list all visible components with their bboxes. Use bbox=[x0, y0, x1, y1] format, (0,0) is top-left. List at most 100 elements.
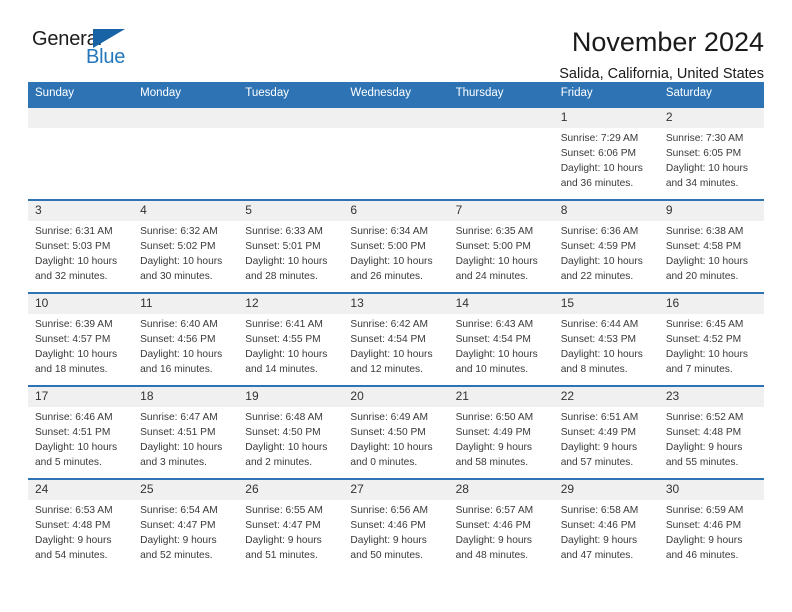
day-sun-info: Sunrise: 7:30 AM Sunset: 6:05 PM Daylight:… bbox=[659, 128, 764, 191]
sunrise-text: Sunrise: 6:59 AM bbox=[665, 505, 744, 517]
sunset-text: Sunset: 4:48 PM bbox=[665, 427, 742, 439]
calendar-day-cell[interactable]: 14 Sunrise: 6:43 AM Sunset: 4:54 PM Dayligh… bbox=[448, 291, 554, 386]
calendar-day-cell[interactable]: 24 Sunrise: 6:53 AM Sunset: 4:48 PM Dayligh… bbox=[28, 477, 134, 571]
calendar-day-cell[interactable]: 4 Sunrise: 6:32 AM Sunset: 5:02 PM Daylight… bbox=[133, 198, 239, 293]
sunset-text: Sunset: 4:52 PM bbox=[665, 334, 742, 346]
calendar-day-cell[interactable]: 8 Sunrise: 6:36 AM Sunset: 4:59 PM Daylight… bbox=[553, 198, 659, 293]
calendar-day-cell[interactable]: 25 Sunrise: 6:54 AM Sunset: 4:47 PM Dayligh… bbox=[133, 477, 239, 571]
daylight-text-line1: Daylight: 10 hours bbox=[350, 348, 433, 360]
day-sun-info: Sunrise: 6:41 AM Sunset: 4:55 PM Daylight:… bbox=[238, 314, 343, 377]
day-sun-info: Sunrise: 6:42 AM Sunset: 4:54 PM Daylight:… bbox=[343, 314, 448, 377]
calendar-day-cell-empty bbox=[448, 105, 554, 200]
calendar-day-cell[interactable]: 17 Sunrise: 6:46 AM Sunset: 4:51 PM Dayligh… bbox=[28, 384, 134, 479]
day-number: 5 bbox=[238, 200, 344, 222]
logo-word-blue: Blue bbox=[86, 46, 126, 68]
day-number: 15 bbox=[553, 293, 659, 315]
day-number: 18 bbox=[133, 386, 239, 408]
calendar-day-cell[interactable]: 7 Sunrise: 6:35 AM Sunset: 5:00 PM Daylight… bbox=[448, 198, 554, 293]
calendar-day-cell[interactable]: 5 Sunrise: 6:33 AM Sunset: 5:01 PM Daylight… bbox=[238, 198, 344, 293]
day-cell-content: 17 Sunrise: 6:46 AM Sunset: 4:51 PM Dayligh… bbox=[28, 386, 134, 476]
calendar-day-cell[interactable]: 19 Sunrise: 6:48 AM Sunset: 4:50 PM Dayligh… bbox=[238, 384, 344, 479]
sunrise-text: Sunrise: 6:32 AM bbox=[140, 226, 218, 238]
daylight-text-line1: Daylight: 9 hours bbox=[350, 534, 427, 546]
weekday-header-monday: Monday bbox=[133, 82, 239, 107]
calendar-day-cell[interactable]: 28 Sunrise: 6:57 AM Sunset: 4:46 PM Dayligh… bbox=[448, 477, 554, 571]
daylight-text-line2: and 52 minutes. bbox=[140, 549, 213, 561]
calendar-day-cell[interactable]: 2 Sunrise: 7:30 AM Sunset: 6:05 PM Daylight… bbox=[658, 105, 764, 200]
calendar-day-cell[interactable]: 9 Sunrise: 6:38 AM Sunset: 4:58 PM Daylight… bbox=[658, 198, 764, 293]
day-cell-content: 9 Sunrise: 6:38 AM Sunset: 4:58 PM Daylight… bbox=[658, 200, 764, 290]
calendar-day-cell[interactable]: 6 Sunrise: 6:34 AM Sunset: 5:00 PM Daylight… bbox=[343, 198, 449, 293]
day-number: 26 bbox=[238, 479, 344, 501]
calendar-day-cell[interactable]: 1 Sunrise: 7:29 AM Sunset: 6:06 PM Daylight… bbox=[553, 105, 659, 200]
day-cell-content: 28 Sunrise: 6:57 AM Sunset: 4:46 PM Dayligh… bbox=[448, 479, 554, 569]
weekday-header-thursday: Thursday bbox=[448, 82, 554, 107]
calendar-day-cell[interactable]: 23 Sunrise: 6:52 AM Sunset: 4:48 PM Dayligh… bbox=[658, 384, 764, 479]
calendar-day-cell[interactable]: 22 Sunrise: 6:51 AM Sunset: 4:49 PM Dayligh… bbox=[553, 384, 659, 479]
daylight-text-line1: Daylight: 9 hours bbox=[455, 441, 533, 453]
calendar-day-cell[interactable]: 29 Sunrise: 6:58 AM Sunset: 4:46 PM Dayligh… bbox=[553, 477, 659, 571]
sunrise-text: Sunrise: 6:41 AM bbox=[245, 319, 323, 331]
day-sun-info: Sunrise: 6:54 AM Sunset: 4:47 PM Daylight:… bbox=[133, 500, 238, 563]
day-number: 1 bbox=[553, 107, 659, 129]
calendar-week-row: 1 Sunrise: 7:29 AM Sunset: 6:06 PM Daylight… bbox=[28, 105, 764, 200]
day-sun-info: Sunrise: 6:39 AM Sunset: 4:57 PM Daylight:… bbox=[28, 314, 133, 377]
sunset-text: Sunset: 4:53 PM bbox=[560, 334, 637, 346]
calendar-day-cell[interactable]: 26 Sunrise: 6:55 AM Sunset: 4:47 PM Dayligh… bbox=[238, 477, 344, 571]
daylight-text-line1: Daylight: 10 hours bbox=[140, 348, 223, 360]
calendar-day-cell[interactable]: 10 Sunrise: 6:39 AM Sunset: 4:57 PM Dayligh… bbox=[28, 291, 134, 386]
weekday-header-saturday: Saturday bbox=[658, 82, 764, 107]
calendar-day-cell[interactable]: 3 Sunrise: 6:31 AM Sunset: 5:03 PM Daylight… bbox=[28, 198, 134, 293]
day-number bbox=[238, 107, 344, 128]
daylight-text-line1: Daylight: 10 hours bbox=[140, 441, 223, 453]
daylight-text-line2: and 12 minutes. bbox=[350, 363, 423, 375]
day-cell-content: 7 Sunrise: 6:35 AM Sunset: 5:00 PM Daylight… bbox=[448, 200, 554, 290]
sunset-text: Sunset: 5:00 PM bbox=[350, 241, 426, 253]
calendar-day-cell[interactable]: 30 Sunrise: 6:59 AM Sunset: 4:46 PM Dayligh… bbox=[658, 477, 764, 571]
weekday-header-sunday: Sunday bbox=[28, 82, 134, 107]
calendar-week-row: 10 Sunrise: 6:39 AM Sunset: 4:57 PM Dayligh… bbox=[28, 291, 764, 386]
sunset-text: Sunset: 4:49 PM bbox=[455, 427, 531, 439]
day-cell-content: 12 Sunrise: 6:41 AM Sunset: 4:55 PM Dayligh… bbox=[238, 293, 344, 383]
daylight-text-line2: and 8 minutes. bbox=[560, 363, 628, 375]
day-sun-info: Sunrise: 6:52 AM Sunset: 4:48 PM Daylight:… bbox=[659, 407, 764, 470]
calendar-week-row: 17 Sunrise: 6:46 AM Sunset: 4:51 PM Dayligh… bbox=[28, 384, 764, 479]
day-sun-info: Sunrise: 6:40 AM Sunset: 4:56 PM Daylight:… bbox=[133, 314, 238, 377]
sunrise-text: Sunrise: 6:34 AM bbox=[350, 226, 429, 238]
daylight-text-line2: and 14 minutes. bbox=[245, 363, 318, 375]
calendar-day-cell[interactable]: 18 Sunrise: 6:47 AM Sunset: 4:51 PM Dayligh… bbox=[133, 384, 239, 479]
daylight-text-line1: Daylight: 9 hours bbox=[455, 534, 533, 546]
calendar-week-row: 24 Sunrise: 6:53 AM Sunset: 4:48 PM Dayligh… bbox=[28, 477, 764, 571]
day-number: 7 bbox=[448, 200, 554, 222]
sunset-text: Sunset: 5:01 PM bbox=[245, 241, 321, 253]
day-number: 19 bbox=[238, 386, 344, 408]
calendar-day-cell[interactable]: 11 Sunrise: 6:40 AM Sunset: 4:56 PM Dayligh… bbox=[133, 291, 239, 386]
day-number bbox=[343, 107, 449, 128]
sunset-text: Sunset: 4:47 PM bbox=[140, 520, 216, 532]
weekday-header-row: Sunday Monday Tuesday Wednesday Thursday… bbox=[28, 82, 764, 107]
sunrise-text: Sunrise: 6:58 AM bbox=[560, 505, 639, 517]
calendar-day-cell[interactable]: 16 Sunrise: 6:45 AM Sunset: 4:52 PM Dayligh… bbox=[658, 291, 764, 386]
calendar-day-cell[interactable]: 27 Sunrise: 6:56 AM Sunset: 4:46 PM Dayligh… bbox=[343, 477, 449, 571]
calendar-day-cell[interactable]: 21 Sunrise: 6:50 AM Sunset: 4:49 PM Dayligh… bbox=[448, 384, 554, 479]
day-cell-content: 30 Sunrise: 6:59 AM Sunset: 4:46 PM Dayligh… bbox=[658, 479, 764, 569]
day-number: 17 bbox=[28, 386, 134, 408]
calendar-day-cell-empty bbox=[343, 105, 449, 200]
calendar-day-cell[interactable]: 20 Sunrise: 6:49 AM Sunset: 4:50 PM Dayligh… bbox=[343, 384, 449, 479]
day-number: 21 bbox=[448, 386, 554, 408]
calendar-day-cell[interactable]: 12 Sunrise: 6:41 AM Sunset: 4:55 PM Dayligh… bbox=[238, 291, 344, 386]
weekday-header-wednesday: Wednesday bbox=[343, 82, 449, 107]
sunset-text: Sunset: 4:46 PM bbox=[560, 520, 637, 532]
day-cell-content: 29 Sunrise: 6:58 AM Sunset: 4:46 PM Dayligh… bbox=[553, 479, 659, 569]
day-number: 11 bbox=[133, 293, 239, 315]
calendar-day-cell[interactable]: 15 Sunrise: 6:44 AM Sunset: 4:53 PM Dayligh… bbox=[553, 291, 659, 386]
day-cell-content: 24 Sunrise: 6:53 AM Sunset: 4:48 PM Dayligh… bbox=[28, 479, 134, 569]
sunrise-text: Sunrise: 6:39 AM bbox=[35, 319, 113, 331]
general-blue-logo[interactable]: General Blue bbox=[28, 28, 146, 74]
calendar-day-cell[interactable]: 13 Sunrise: 6:42 AM Sunset: 4:54 PM Dayligh… bbox=[343, 291, 449, 386]
daylight-text-line2: and 32 minutes. bbox=[35, 270, 108, 282]
day-cell-content bbox=[238, 107, 344, 197]
daylight-text-line2: and 50 minutes. bbox=[350, 549, 423, 561]
sunset-text: Sunset: 4:48 PM bbox=[35, 520, 111, 532]
day-number: 13 bbox=[343, 293, 449, 315]
